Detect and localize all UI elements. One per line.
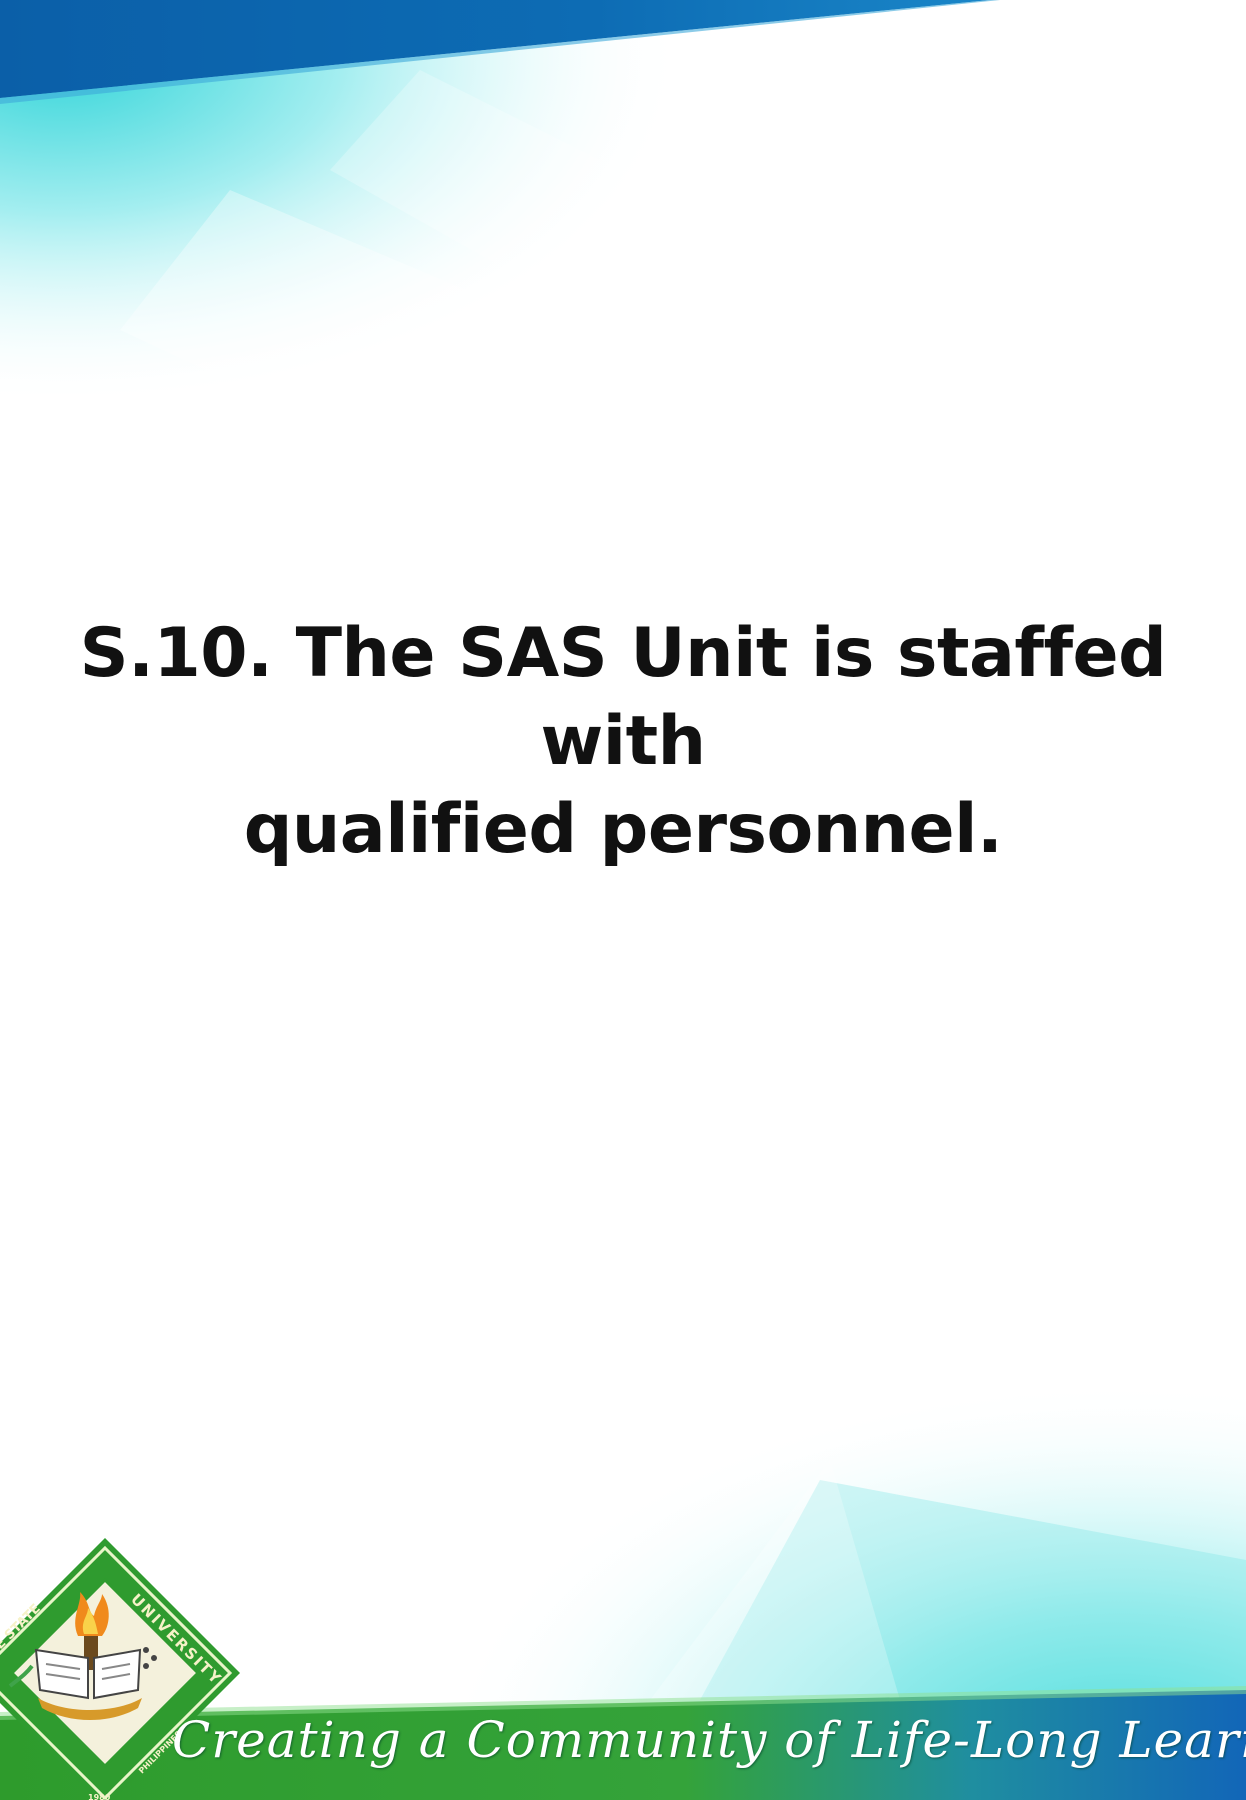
slide-heading: S.10. The SAS Unit is staffed with quali… (0, 610, 1246, 874)
slide-heading-line-1: S.10. The SAS Unit is staffed with (79, 614, 1167, 781)
slide-background (0, 0, 1246, 1800)
footer-tagline: Creating a Community of Life-Long Learne… (172, 1711, 1246, 1769)
slide-page: UNIVERSITY TE STATE PHILIPPINES 1980 S.1… (0, 0, 1246, 1800)
slide-heading-line-2: qualified personnel. (243, 790, 1003, 869)
seal-ring-year: 1980 (88, 1793, 111, 1800)
